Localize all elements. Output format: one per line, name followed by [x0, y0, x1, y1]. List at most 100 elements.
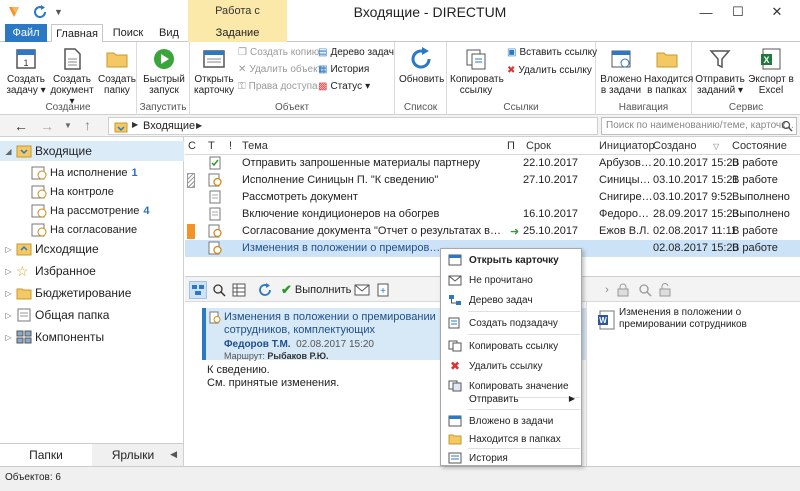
folder-outbox[interactable]: ▷ Исходящие	[0, 239, 184, 259]
column-header-created[interactable]: Создано	[653, 140, 696, 152]
column-header-state[interactable]: Состояние	[732, 140, 787, 152]
column-header-initiator[interactable]: Инициатор	[599, 140, 655, 152]
add-attachment-icon[interactable]: +	[374, 281, 392, 299]
tab-labels[interactable]: Ярлыки	[92, 444, 174, 466]
expand-triangle-icon[interactable]: ▷	[4, 333, 13, 342]
delete-object-button[interactable]: ✕ Удалить объект	[238, 63, 322, 77]
status-icon: ▩	[318, 81, 328, 92]
close-icon[interactable]: ✕	[754, 0, 800, 24]
tab-folders[interactable]: Папки	[0, 444, 92, 466]
table-row[interactable]: Включение кондиционеров на обогрев 16.10…	[185, 206, 800, 223]
menu-item-in-tasks[interactable]: Вложено в задачи	[441, 411, 581, 431]
quick-launch-button[interactable]: Быстрый запуск	[141, 46, 187, 96]
open-card-button[interactable]: Открыть карточку	[192, 46, 236, 96]
menu-item-task-tree[interactable]: Дерево задач	[441, 290, 581, 310]
collapse-pane-icon[interactable]: ◀	[170, 449, 177, 460]
column-header-c[interactable]: С	[188, 140, 196, 152]
insert-link-button[interactable]: ▣ Вставить ссылку	[507, 46, 597, 60]
menu-item-open-card[interactable]: Открыть карточку	[441, 250, 581, 270]
folder-review[interactable]: На рассмотрение 4	[0, 201, 184, 221]
word-document-icon[interactable]: W	[597, 310, 615, 330]
search-icon[interactable]	[781, 120, 793, 132]
delete-link-button[interactable]: ✖ Удалить ссылку	[507, 64, 592, 78]
folder-control[interactable]: На контроле	[0, 182, 184, 202]
breadcrumb-item[interactable]: Входящие	[143, 120, 195, 132]
history-button[interactable]: ▦ История	[318, 63, 369, 77]
refresh-button[interactable]: Обновить	[399, 46, 444, 85]
maximize-icon[interactable]: ☐	[722, 0, 754, 24]
menu-item-history[interactable]: История	[441, 448, 581, 468]
breadcrumb[interactable]: ▶ Входящие ▶	[108, 117, 598, 135]
menu-item-create-subtask[interactable]: Создать подзадачу	[441, 313, 581, 333]
table-row[interactable]: Отправить запрошенные материалы партнеру…	[185, 155, 800, 172]
task-tree-button[interactable]: ▤ Дерево задач	[318, 46, 394, 60]
column-header-p[interactable]: П	[507, 140, 515, 152]
create-task-button[interactable]: 1 Создать задачу ▾	[6, 46, 46, 96]
quick-access-dropdown-icon[interactable]: ▼	[54, 7, 63, 17]
column-header-t[interactable]: Т	[208, 140, 215, 152]
table-row[interactable]: Исполнение Синицын П. "К сведению" 27.10…	[185, 172, 800, 189]
tab-task[interactable]: Задание	[188, 24, 287, 43]
tab-home[interactable]: Главная	[51, 24, 103, 43]
refresh-icon[interactable]	[256, 281, 274, 299]
search-input[interactable]: Поиск по наименованию/теме, карточк...	[601, 117, 797, 135]
directum-logo-icon[interactable]	[6, 4, 22, 20]
expand-triangle-icon[interactable]: ▷	[4, 311, 13, 320]
breadcrumb-separator-icon[interactable]: ▶	[196, 121, 202, 130]
folder-to-execute[interactable]: На исполнение 1	[0, 163, 184, 183]
back-arrow-icon[interactable]: ←	[14, 118, 28, 134]
access-rights-button[interactable]: ⚿ Права доступа	[238, 80, 318, 94]
envelope-icon[interactable]	[353, 281, 371, 299]
up-arrow-icon[interactable]: ↑	[84, 117, 91, 133]
expand-triangle-icon[interactable]: ▷	[4, 267, 13, 276]
breadcrumb-separator-icon[interactable]: ▶	[132, 120, 138, 129]
sort-descending-icon[interactable]: ▽	[713, 142, 719, 151]
context-menu: Открыть карточку Не прочитано Дерево зад…	[440, 248, 582, 466]
expand-triangle-icon[interactable]: ▷	[4, 245, 13, 254]
folder-shared[interactable]: ▷ Общая папка	[0, 305, 184, 325]
create-copy-button[interactable]: ❐ Создать копию	[238, 46, 319, 60]
folder-budgeting[interactable]: ▷ Бюджетирование	[0, 283, 184, 303]
task-body: К сведению. См. принятые изменения.	[207, 364, 340, 389]
send-tasks-button[interactable]: Отправить заданий ▾	[694, 46, 746, 96]
tab-search[interactable]: Поиск	[108, 24, 148, 43]
forward-arrow-icon[interactable]: →	[40, 118, 54, 134]
layout-view-icon[interactable]	[189, 281, 207, 299]
tab-file[interactable]: Файл	[5, 24, 47, 43]
menu-item-in-folders[interactable]: Находится в папках	[441, 429, 581, 449]
create-document-button[interactable]: Создать документ ▾	[50, 46, 94, 107]
table-row[interactable]: Рассмотреть документ Снигирев В.А. 03.10…	[185, 189, 800, 206]
copy-link-big-button[interactable]: Копировать ссылку	[450, 46, 504, 96]
create-folder-button[interactable]: Создать папку	[98, 46, 136, 96]
execute-button[interactable]: ✔ Выполнить	[281, 282, 351, 298]
column-header-due[interactable]: Срок	[526, 140, 551, 152]
minimize-icon[interactable]: —	[690, 0, 722, 24]
collapse-triangle-icon[interactable]: ◢	[4, 147, 13, 156]
menu-item-copy-link[interactable]: Копировать ссылку	[441, 336, 581, 356]
search-icon[interactable]	[210, 281, 228, 299]
expand-triangle-icon[interactable]: ▷	[4, 289, 13, 298]
column-header-importance[interactable]: !	[229, 140, 232, 152]
folder-favorites[interactable]: ▷ ☆ Избранное	[0, 261, 184, 281]
menu-item-send[interactable]: Отправить ▶	[441, 389, 581, 409]
menu-item-unread[interactable]: Не прочитано	[441, 270, 581, 290]
table-view-icon[interactable]	[230, 281, 248, 299]
unlock-icon[interactable]	[656, 281, 674, 299]
in-folders-button[interactable]: Находится в папках	[644, 46, 693, 96]
status-button[interactable]: ▩ Статус ▾	[318, 80, 370, 94]
refresh-icon[interactable]	[32, 4, 48, 20]
lock-icon[interactable]	[614, 281, 632, 299]
table-row[interactable]: Согласование документа "Отчет о результа…	[185, 223, 800, 240]
export-excel-button[interactable]: X Экспорт в Excel	[746, 46, 796, 96]
folder-inbox[interactable]: ◢ Входящие	[0, 141, 184, 161]
task-card-title: Изменения в положении о премировании сот…	[224, 311, 436, 336]
tab-view[interactable]: Вид	[153, 24, 185, 43]
search-icon[interactable]	[636, 281, 654, 299]
folder-components[interactable]: ▷ Компоненты	[0, 327, 184, 347]
menu-item-delete-link[interactable]: ✖ Удалить ссылку	[441, 356, 581, 376]
folder-approval[interactable]: На согласование	[0, 220, 184, 240]
in-tasks-button[interactable]: Вложено в задачи	[599, 46, 643, 96]
history-dropdown-icon[interactable]: ▼	[64, 121, 72, 130]
attachment-name[interactable]: Изменения в положении о премировании сот…	[619, 307, 794, 331]
column-header-subject[interactable]: Тема	[242, 140, 268, 152]
